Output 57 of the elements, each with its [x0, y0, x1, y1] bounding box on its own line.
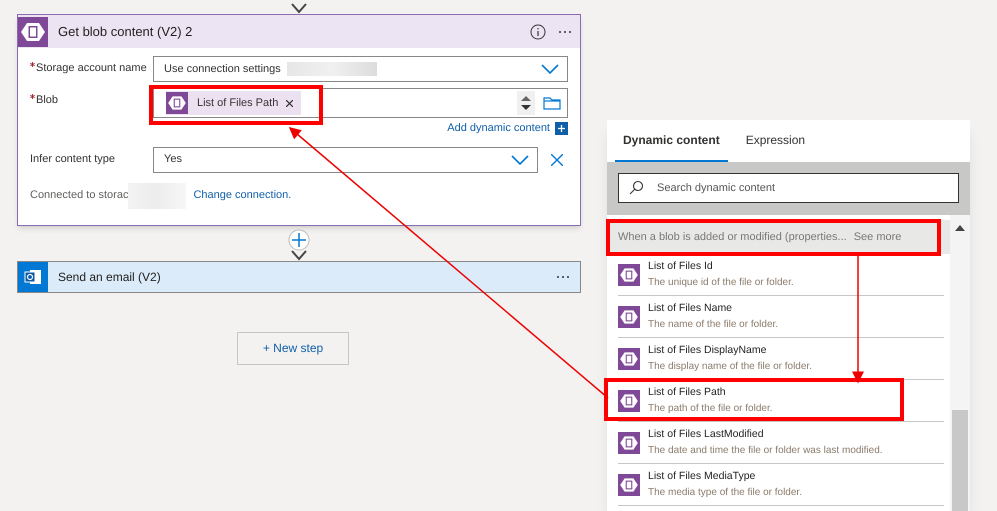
card-header[interactable]: Get blob content (V2) 2: [18, 15, 580, 48]
scrollbar[interactable]: [950, 215, 970, 511]
item-name: List of Files DisplayName: [648, 343, 768, 358]
more-options-icon[interactable]: [558, 30, 572, 34]
email-action-card[interactable]: Send an email (V2): [17, 260, 581, 292]
scroll-up-icon[interactable]: [955, 225, 965, 231]
chevron-down-icon[interactable]: [511, 154, 529, 164]
search-icon: [628, 180, 644, 196]
field-label: Blob: [36, 93, 58, 108]
item-name: List of Files LastModified: [648, 427, 765, 442]
new-step-button[interactable]: + New step: [237, 332, 349, 364]
panel-tab[interactable]: Expression: [738, 120, 814, 162]
scrollbar-thumb[interactable]: [952, 410, 968, 511]
more-options-icon[interactable]: [556, 274, 570, 278]
item-description: The date and time the file or folder was last modified.: [648, 444, 883, 458]
connection-text: Connected to storac: [30, 188, 128, 204]
dropdown-field[interactable]: Use connection settings: [153, 56, 568, 82]
dynamic-content-item[interactable]: List of Files MediaType The media type of the file or folder.: [618, 464, 944, 506]
blob-storage-icon: [166, 92, 188, 114]
field-label: Storage account name: [36, 61, 147, 76]
blob-storage-icon: [618, 390, 640, 412]
item-description: The name of the file or folder.: [648, 318, 778, 332]
dynamic-content-item[interactable]: List of Files Path The path of the file or folder.: [618, 380, 944, 422]
add-dynamic-content-link[interactable]: Add dynamic content: [447, 120, 550, 136]
blob-storage-icon: [618, 264, 640, 286]
mail-app-icon: [18, 262, 48, 292]
folder-icon[interactable]: [543, 96, 561, 110]
item-name: List of Files Path: [648, 385, 727, 400]
spin-arrows-icon[interactable]: [517, 91, 535, 115]
add-icon[interactable]: [555, 122, 568, 135]
blob-field[interactable]: List of Files Path: [153, 88, 568, 118]
chevron-down-icon[interactable]: [541, 64, 559, 74]
dynamic-content-item[interactable]: List of Files DisplayName The display name of the file or folder.: [618, 338, 944, 380]
item-name: List of Files MediaType: [648, 469, 756, 484]
item-description: The media type of the file or folder.: [648, 486, 802, 500]
blob-storage-icon: [618, 306, 640, 328]
blob-storage-icon: [618, 348, 640, 370]
add-step-icon[interactable]: [288, 228, 310, 250]
dynamic-content-item[interactable]: List of Files LastModified The date and time the file or folder was last modified.: [618, 422, 944, 464]
field-label: Infer content type: [30, 152, 115, 166]
blob-storage-icon: [618, 474, 640, 496]
info-icon[interactable]: [530, 24, 546, 40]
change-connection-link[interactable]: Change connection.: [193, 187, 292, 204]
remove-token-icon[interactable]: [286, 100, 294, 106]
close-icon[interactable]: [551, 154, 563, 166]
see-more-link[interactable]: See more: [854, 228, 902, 246]
item-name: List of Files Name: [648, 301, 734, 316]
blob-storage-icon: [618, 432, 640, 454]
dynamic-content-item[interactable]: List of Files Name The name of the file or folder.: [618, 296, 944, 338]
dropdown-field[interactable]: Yes: [153, 146, 538, 172]
item-description: The path of the file or folder.: [648, 402, 773, 416]
item-name: List of Files Id: [648, 259, 714, 274]
dynamic-content-item[interactable]: List of Files Id The unique id of the file or folder.: [618, 254, 944, 296]
search-field[interactable]: Search dynamic content: [618, 173, 959, 203]
item-description: The display name of the file or folder.: [648, 360, 812, 374]
item-description: The unique id of the file or folder.: [648, 276, 794, 290]
token-chip[interactable]: List of Files Path: [166, 91, 302, 115]
